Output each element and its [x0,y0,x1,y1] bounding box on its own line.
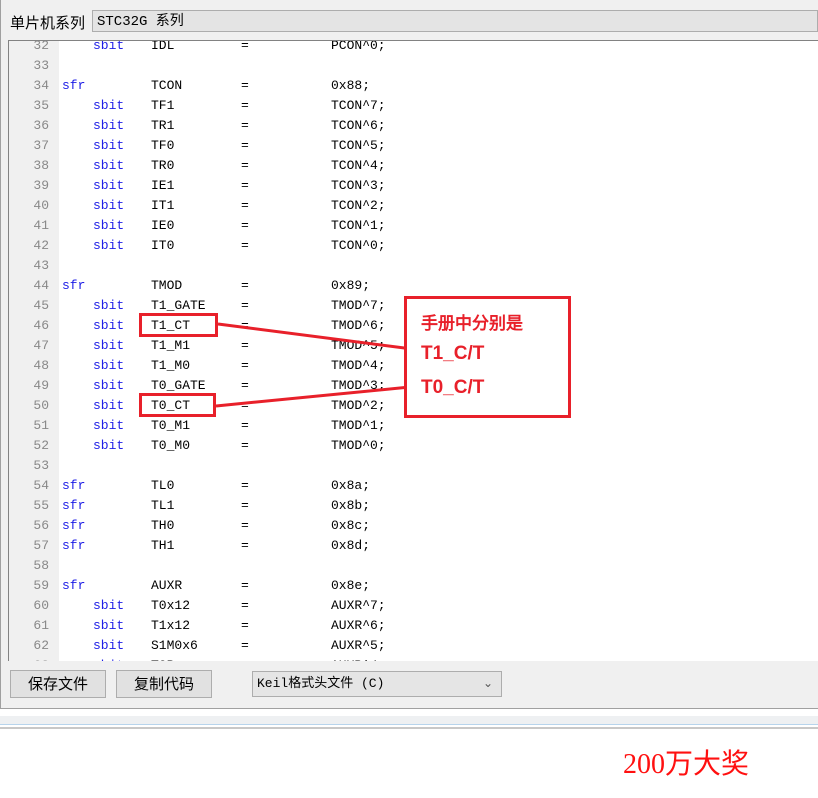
annotation-box: 手册中分别是 T1_C/T T0_C/T [404,296,571,418]
annotation-line1: T1_C/T [421,343,485,364]
annotation-line2: T0_C/T [421,377,485,398]
annotation-title: 手册中分别是 [421,314,523,333]
annotation-line-t0 [215,384,421,408]
prize-text: 200万大奖 [623,749,750,780]
annotation-line-t1 [217,322,421,352]
